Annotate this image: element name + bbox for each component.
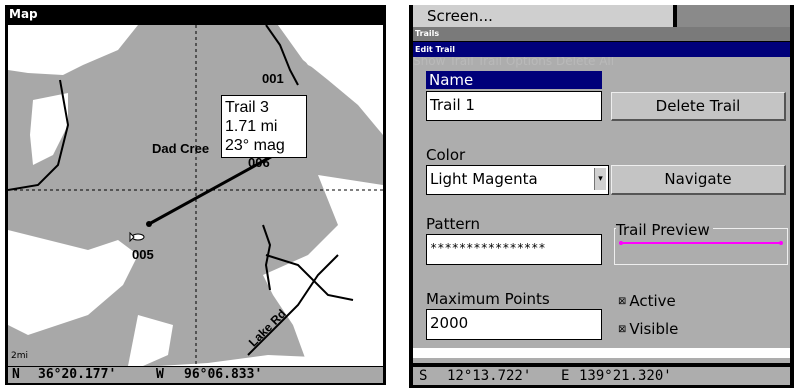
trails-coordinate-bar: S 12°13.722' E 139°21.320' xyxy=(413,367,790,385)
waypoint-005-label: 005 xyxy=(132,247,154,262)
trail-distance: 1.71 mi xyxy=(225,118,278,135)
name-field[interactable]: Trail 1 xyxy=(426,91,602,121)
map-coordinate-bar: N 36°20.177' W 96°06.833' xyxy=(8,367,383,383)
navigate-button[interactable]: Navigate xyxy=(611,165,786,195)
active-label: Active xyxy=(629,292,676,310)
menu-bar-filler xyxy=(677,5,790,27)
max-points-label: Maximum Points xyxy=(426,290,550,308)
water-bottom-left xyxy=(8,230,138,335)
edit-trail-title: Edit Trail xyxy=(413,42,790,57)
place-label: Dad Cree xyxy=(152,141,210,156)
map-canvas[interactable]: 001 Dad Cree 006 005 Lake Rd Trail 3 1.7… xyxy=(8,25,383,366)
map-drawing xyxy=(8,25,383,366)
trail-name: Trail 3 xyxy=(225,99,269,116)
max-points-field[interactable]: 2000 xyxy=(426,309,602,340)
checkbox-checked-icon: ⊠ xyxy=(618,323,627,335)
pattern-label: Pattern xyxy=(426,215,480,233)
trail-preview-end xyxy=(779,241,783,245)
trail-info-box: Trail 3 1.71 mi 23° mag xyxy=(221,95,307,158)
checkbox-checked-icon: ⊠ xyxy=(618,295,627,307)
longitude: 96°06.833' xyxy=(184,367,263,382)
longitude: 139°21.320' xyxy=(579,368,672,384)
edit-trail-dialog: Show Trail Trail Options Delete All Name… xyxy=(413,57,790,363)
lon-hemisphere: W xyxy=(156,367,164,382)
chevron-down-icon[interactable]: ▾ xyxy=(594,168,606,190)
map-title: Map xyxy=(5,5,386,24)
delete-trail-button[interactable]: Delete Trail xyxy=(611,92,786,121)
latitude: 12°13.722' xyxy=(447,368,532,384)
water-left xyxy=(8,25,138,75)
waypoint-005-marker xyxy=(146,221,152,227)
map-scale: 2mi xyxy=(11,351,28,361)
trail-bearing: 23° mag xyxy=(225,137,285,154)
latitude: 36°20.177' xyxy=(38,367,117,382)
trails-title: Trails xyxy=(413,27,790,41)
background-menu-text: Show Trail Trail Options Delete All xyxy=(413,57,615,68)
screen-menu[interactable]: Screen... xyxy=(413,5,673,27)
color-label: Color xyxy=(426,146,466,164)
lat-hemisphere: S xyxy=(419,368,428,384)
water-left-lobe xyxy=(30,93,68,165)
name-label: Name xyxy=(426,71,602,89)
lon-hemisphere: E xyxy=(561,368,570,384)
lat-hemisphere: N xyxy=(12,367,20,382)
trail-preview-start xyxy=(619,241,623,245)
fish-icon xyxy=(129,231,145,243)
color-select[interactable]: Light Magenta ▾ xyxy=(426,165,609,195)
pattern-field[interactable]: **************** xyxy=(426,234,602,265)
visible-label: Visible xyxy=(629,320,679,338)
dialog-bottom-strip xyxy=(413,348,790,358)
visible-checkbox[interactable]: ⊠ Visible xyxy=(618,320,678,339)
trail-preview-label: Trail Preview xyxy=(616,221,713,239)
active-checkbox[interactable]: ⊠ Active xyxy=(618,292,676,311)
map-window: Map 001 Dad Cree 006 005 Lake Rd Trail 3… xyxy=(5,5,386,385)
trails-window: Screen... Trails Edit Trail Show Trail T… xyxy=(409,5,794,388)
water-bottom-mid xyxy=(128,315,173,366)
waypoint-001-label: 001 xyxy=(262,71,284,86)
color-value: Light Magenta xyxy=(430,170,538,188)
